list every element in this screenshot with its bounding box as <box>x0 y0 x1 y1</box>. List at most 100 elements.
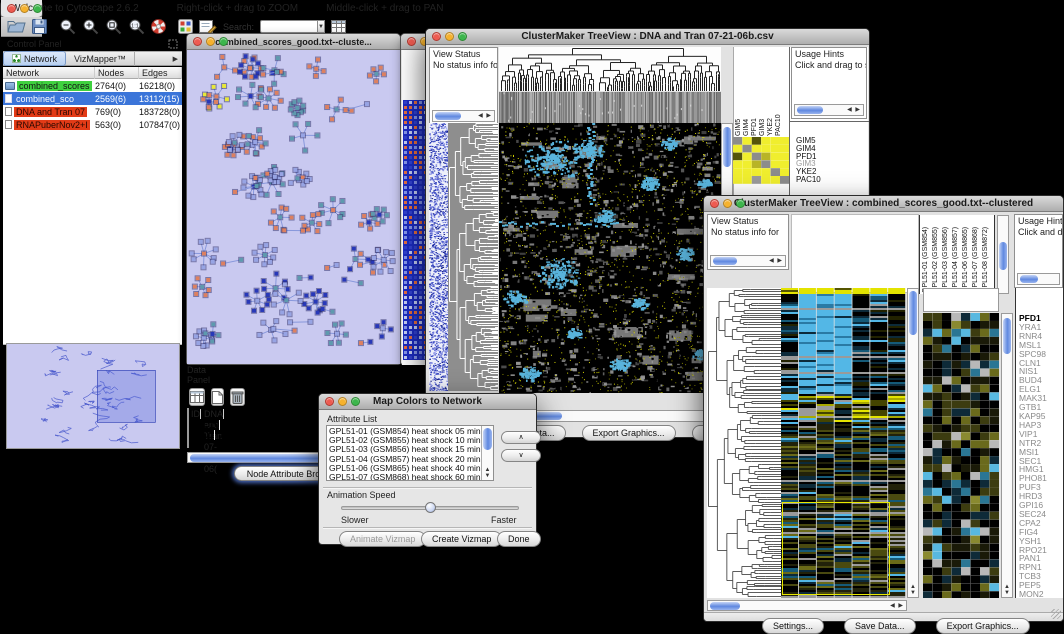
network-row[interactable]: combined_sco 2569(6) 13112(15) <box>3 92 182 105</box>
minimize-button[interactable] <box>20 4 29 13</box>
new-attribute-icon[interactable] <box>211 388 224 406</box>
close-button[interactable] <box>407 37 416 46</box>
network-type-icon <box>5 107 12 116</box>
treeview2-window: ClusterMaker TreeView : combined_scores_… <box>703 195 1064 622</box>
control-panel-title: Control Panel <box>7 39 62 49</box>
panel-tab[interactable]: VizMapper™ <box>66 51 135 66</box>
row-dendrogram-canvas[interactable] <box>448 123 498 391</box>
minimize-button[interactable] <box>206 37 215 46</box>
minimize-button[interactable] <box>723 199 732 208</box>
zoom-actual-icon[interactable]: 1:1 <box>128 18 145 36</box>
scroll-arrows[interactable]: ▲▼ <box>1002 584 1012 596</box>
zoom-in-icon[interactable] <box>82 18 99 36</box>
global-heatmap-canvas[interactable] <box>499 123 721 393</box>
column-dendrogram-canvas[interactable] <box>499 47 721 91</box>
birdseye-canvas[interactable] <box>7 344 179 448</box>
scroll-arrows[interactable]: ◀ ▶ <box>890 601 906 611</box>
close-button[interactable] <box>710 199 719 208</box>
network-row[interactable]: DNA and Tran 07 769(0) 183728(0) <box>3 105 182 118</box>
view-status-hscrollbar[interactable]: ◀ ▶ <box>432 110 495 122</box>
minimize-button[interactable] <box>445 32 454 41</box>
view-status-panel: View Status No status info for ◀ ▶ <box>707 214 789 270</box>
close-button[interactable] <box>432 32 441 41</box>
network-table-header[interactable]: Network Nodes Edges <box>3 67 182 79</box>
birdseye-view[interactable] <box>6 343 180 449</box>
attribute-item[interactable]: GPL51-07 (GSM868) heat shock 60 min <box>327 473 481 481</box>
zoom-selected-icon[interactable] <box>105 18 122 36</box>
main-toolbar: 1:1 Search: ▼ <box>1 17 42 37</box>
treeview-button[interactable]: Settings... <box>762 618 824 634</box>
zoom-heatmap-canvas[interactable] <box>923 313 999 598</box>
treeview2-titlebar[interactable]: ClusterMaker TreeView : combined_scores_… <box>704 196 1063 212</box>
col-attribute[interactable]: DNA and Tran 07-21-06( <box>201 409 224 419</box>
attribute-list-vscrollbar[interactable]: ▲▼ <box>481 426 493 480</box>
zoom-button[interactable] <box>458 32 467 41</box>
scroll-arrows[interactable]: ▲▼ <box>908 584 918 596</box>
col-network[interactable]: Network <box>3 67 95 79</box>
speed-slider-thumb[interactable] <box>425 502 436 513</box>
column-label: GPL51-04 (GSM857) <box>952 215 962 293</box>
global-heatmap-canvas[interactable] <box>781 288 906 598</box>
move-up-button[interactable]: ∧ <box>501 431 541 444</box>
column-label: GPL51-07 (GSM868) <box>972 215 982 293</box>
tab-overflow-arrow[interactable]: ▶ <box>173 55 182 63</box>
treeview-button[interactable]: Export Graphics... <box>936 618 1030 634</box>
column-label: GIM5 <box>735 85 743 136</box>
col-id[interactable]: ID <box>188 409 201 419</box>
zoom-button[interactable] <box>351 397 360 406</box>
view-status-panel: View Status No status info for ◀ ▶ <box>429 47 498 125</box>
done-button[interactable]: Done <box>497 531 541 547</box>
network-row[interactable]: combined_scores 2764(0) 16218(0) <box>3 79 182 92</box>
top-vscrollbar[interactable] <box>997 215 1009 294</box>
col-nodes[interactable]: Nodes <box>95 67 139 79</box>
zoom-vscrollbar[interactable]: ▲▼ <box>1001 313 1013 598</box>
usage-hints-hscrollbar[interactable] <box>1017 273 1060 285</box>
resize-grip[interactable] <box>1051 609 1061 619</box>
select-attributes-icon[interactable] <box>189 388 205 406</box>
zoom-button[interactable] <box>736 199 745 208</box>
close-button[interactable] <box>7 4 16 13</box>
zoom-button[interactable] <box>33 4 42 13</box>
close-button[interactable] <box>325 397 334 406</box>
scroll-arrows[interactable]: ◀ ▶ <box>847 105 863 115</box>
float-panel-icon[interactable] <box>168 39 178 49</box>
map-colors-dialog: Map Colors to Network Attribute List GPL… <box>318 393 537 545</box>
minimize-button[interactable] <box>338 397 347 406</box>
row-dendrogram-canvas[interactable] <box>707 288 781 598</box>
move-down-button[interactable]: ∨ <box>501 449 541 462</box>
zoom-header-area <box>923 288 999 312</box>
scroll-arrows[interactable]: ◀ ▶ <box>769 256 785 266</box>
treeview-button[interactable]: Export Graphics... <box>582 425 676 441</box>
scroll-arrows[interactable]: ▲▼ <box>482 467 493 479</box>
treeview-button[interactable]: Save Data... <box>844 618 916 634</box>
search-input[interactable] <box>260 20 318 33</box>
save-session-icon[interactable] <box>32 18 47 36</box>
create-vizmap-button[interactable]: Create Vizmap <box>421 531 502 547</box>
dialog-titlebar[interactable]: Map Colors to Network <box>319 394 536 410</box>
gene-label[interactable]: MON2 <box>1019 590 1047 598</box>
view-status-hscrollbar[interactable]: ◀ ▶ <box>710 255 786 267</box>
delete-attribute-icon[interactable] <box>230 388 245 406</box>
treeview1-titlebar[interactable]: ClusterMaker TreeView : DNA and Tran 07-… <box>426 29 869 45</box>
open-session-icon[interactable] <box>7 18 26 36</box>
animate-vizmap-button[interactable]: Animate Vizmap <box>339 531 426 547</box>
bottom-hscrollbar[interactable]: ◀ ▶ <box>707 600 907 611</box>
column-label: GPL51-03 (GSM856) <box>942 215 952 293</box>
row-label[interactable]: PAC10 <box>796 176 821 184</box>
close-button[interactable] <box>193 37 202 46</box>
usage-hints-hscrollbar[interactable]: ◀ ▶ <box>794 104 864 116</box>
attribute-listbox: GPL51-01 (GSM854) heat shock 05 minGPL51… <box>326 425 494 481</box>
zoom-out-icon[interactable] <box>59 18 76 36</box>
heatmap-vscrollbar[interactable]: ▲▼ <box>907 288 919 598</box>
network-row[interactable]: RNAPuberNov2+I 563(0) 107847(0) <box>3 118 182 131</box>
panel-tab[interactable]: Network <box>3 51 66 66</box>
zoom-heatmap-canvas[interactable] <box>733 137 789 184</box>
network-canvas[interactable] <box>187 50 400 364</box>
help-lifebuoy-icon[interactable] <box>151 18 166 36</box>
network-view-titlebar[interactable]: combined_scores_good.txt--cluste... <box>187 34 400 50</box>
col-edges[interactable]: Edges <box>139 67 182 79</box>
zoom-button[interactable] <box>219 37 228 46</box>
search-dropdown-arrow[interactable]: ▼ <box>318 20 325 33</box>
usage-hints-text: Click and drag to s <box>792 59 866 70</box>
scroll-arrows[interactable]: ◀ ▶ <box>478 111 494 121</box>
